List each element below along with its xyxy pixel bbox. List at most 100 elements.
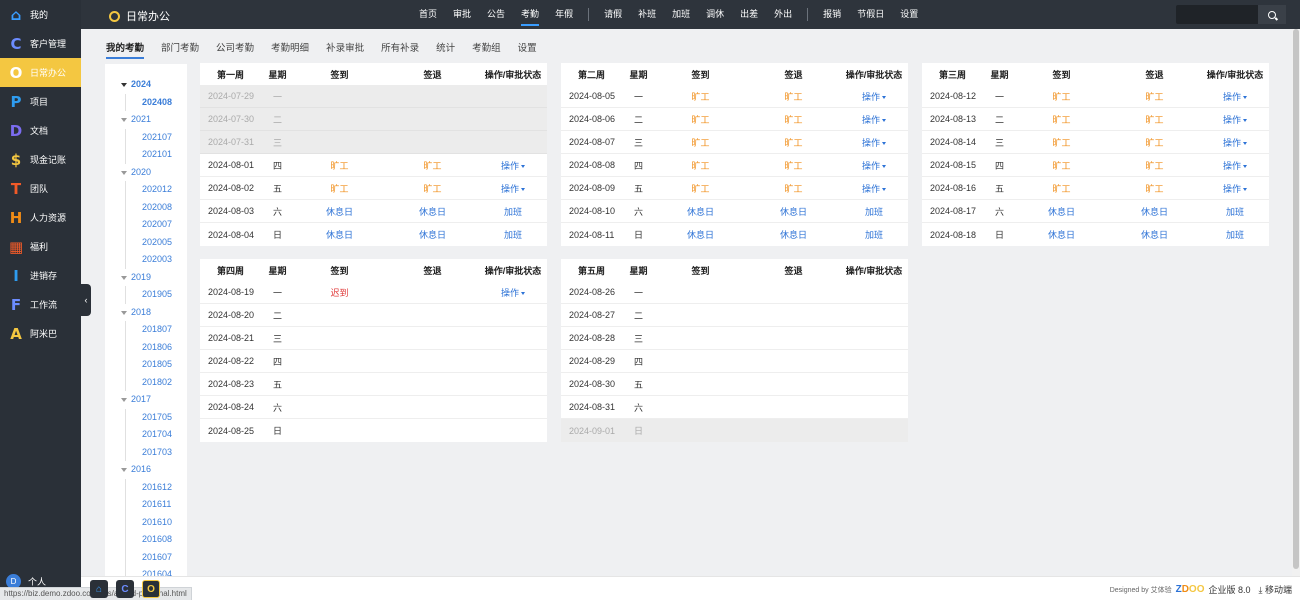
tree-month[interactable]: 201703 [125, 443, 187, 461]
operation-dropdown[interactable]: 操作 [862, 184, 886, 194]
search-input[interactable] [1176, 5, 1286, 24]
operation-cell[interactable]: 操作 [840, 113, 908, 126]
tree-month[interactable]: 201608 [125, 531, 187, 549]
operation-dropdown[interactable]: 操作 [1223, 184, 1247, 194]
subtab[interactable]: 统计 [436, 40, 455, 59]
tree-month[interactable]: 201704 [125, 426, 187, 444]
operation-dropdown[interactable]: 操作 [1223, 92, 1247, 102]
overtime-link[interactable]: 加班 [1201, 205, 1269, 218]
overtime-link[interactable]: 加班 [840, 205, 908, 218]
sidebar-item-cash[interactable]: $ 现金记账 [0, 145, 81, 174]
taskbar-crm-icon[interactable]: C [116, 580, 134, 598]
operation-cell[interactable]: 操作 [479, 182, 547, 195]
operation-dropdown[interactable]: 操作 [862, 161, 886, 171]
operation-cell[interactable]: 操作 [840, 90, 908, 103]
tree-year[interactable]: 2019 [105, 269, 187, 287]
tree-year[interactable]: 2017 [105, 391, 187, 409]
tree-month[interactable]: 202101 [125, 146, 187, 164]
operation-cell[interactable]: 操作 [479, 159, 547, 172]
taskbar-office-icon[interactable]: O [142, 580, 160, 598]
page-scrollbar[interactable] [1292, 29, 1300, 576]
top-nav-item[interactable]: 外出 [766, 0, 800, 29]
tree-month[interactable]: 202008 [125, 198, 187, 216]
top-nav-item[interactable]: 加班 [664, 0, 698, 29]
tree-month[interactable]: 201805 [125, 356, 187, 374]
subtab[interactable]: 部门考勤 [161, 40, 199, 59]
tree-month[interactable]: 201905 [125, 286, 187, 304]
tree-year[interactable]: 2018 [105, 304, 187, 322]
tree-year[interactable]: 2016 [105, 461, 187, 479]
tree-month[interactable]: 202012 [125, 181, 187, 199]
app-title[interactable]: 日常办公 [109, 8, 170, 24]
subtab[interactable]: 所有补录 [381, 40, 419, 59]
tree-month[interactable]: 202408 [125, 93, 187, 111]
tree-month[interactable]: 202107 [125, 128, 187, 146]
top-nav-item[interactable]: 调休 [698, 0, 732, 29]
tree-month[interactable]: 201612 [125, 478, 187, 496]
tree-month[interactable]: 201604 [125, 566, 187, 576]
top-nav-item[interactable]: 年假 [547, 0, 581, 29]
tree-month[interactable]: 201807 [125, 321, 187, 339]
operation-dropdown[interactable]: 操作 [501, 161, 525, 171]
operation-cell[interactable]: 操作 [479, 286, 547, 299]
overtime-link[interactable]: 加班 [1201, 228, 1269, 241]
operation-dropdown[interactable]: 操作 [862, 115, 886, 125]
operation-cell[interactable]: 操作 [840, 182, 908, 195]
tree-month[interactable]: 201610 [125, 513, 187, 531]
operation-dropdown[interactable]: 操作 [862, 92, 886, 102]
subtab[interactable]: 公司考勤 [216, 40, 254, 59]
operation-dropdown[interactable]: 操作 [1223, 138, 1247, 148]
sidebar-item-office[interactable]: O 日常办公 [0, 58, 81, 87]
sidebar-item-team[interactable]: T 团队 [0, 174, 81, 203]
operation-dropdown[interactable]: 操作 [501, 184, 525, 194]
operation-cell[interactable]: 操作 [1201, 182, 1269, 195]
sidebar-item-project[interactable]: P 项目 [0, 87, 81, 116]
operation-dropdown[interactable]: 操作 [1223, 161, 1247, 171]
operation-cell[interactable]: 操作 [1201, 159, 1269, 172]
sidebar-item-amoeba[interactable]: A 阿米巴 [0, 319, 81, 348]
top-nav-item[interactable]: 出差 [732, 0, 766, 29]
operation-dropdown[interactable]: 操作 [1223, 115, 1247, 125]
operation-cell[interactable]: 操作 [1201, 136, 1269, 149]
mobile-link[interactable]: ⤓ 移动端 [1259, 583, 1293, 596]
sidebar-item-document[interactable]: D 文档 [0, 116, 81, 145]
top-nav-item[interactable]: 设置 [892, 0, 926, 29]
subtab[interactable]: 考勤明细 [271, 40, 309, 59]
sidebar-item-home[interactable]: ⌂ 我的 [0, 0, 81, 29]
sidebar-item-crm[interactable]: C 客户管理 [0, 29, 81, 58]
tree-year[interactable]: 2024 [105, 76, 187, 94]
operation-cell[interactable]: 操作 [1201, 113, 1269, 126]
subtab[interactable]: 考勤组 [472, 40, 501, 59]
tree-month[interactable]: 201607 [125, 548, 187, 566]
overtime-link[interactable]: 加班 [840, 228, 908, 241]
operation-cell[interactable]: 操作 [1201, 90, 1269, 103]
operation-cell[interactable]: 操作 [840, 136, 908, 149]
top-nav-item[interactable]: 审批 [445, 0, 479, 29]
subtab[interactable]: 我的考勤 [106, 40, 145, 59]
tree-year[interactable]: 2020 [105, 164, 187, 182]
tree-month[interactable]: 201806 [125, 338, 187, 356]
top-nav-item[interactable]: 报销 [815, 0, 849, 29]
search-button[interactable] [1258, 5, 1286, 24]
sidebar-item-gift[interactable]: ▦ 福利 [0, 232, 81, 261]
top-nav-item[interactable]: 节假日 [849, 0, 892, 29]
tree-month[interactable]: 202003 [125, 251, 187, 269]
taskbar-home-icon[interactable]: ⌂ [90, 580, 108, 598]
top-nav-item[interactable]: 公告 [479, 0, 513, 29]
subtab[interactable]: 设置 [518, 40, 537, 59]
scrollbar-thumb[interactable] [1293, 29, 1299, 569]
top-nav-item[interactable]: 考勤 [513, 0, 547, 29]
sidebar-item-inventory[interactable]: I 进销存 [0, 261, 81, 290]
top-nav-item[interactable]: 首页 [411, 0, 445, 29]
operation-cell[interactable]: 操作 [840, 159, 908, 172]
sidebar-item-hr[interactable]: H 人力资源 [0, 203, 81, 232]
tree-month[interactable]: 202005 [125, 233, 187, 251]
top-nav-item[interactable]: 补班 [630, 0, 664, 29]
operation-dropdown[interactable]: 操作 [501, 288, 525, 298]
overtime-link[interactable]: 加班 [479, 228, 547, 241]
subtab[interactable]: 补录审批 [326, 40, 364, 59]
tree-month[interactable]: 201611 [125, 496, 187, 514]
tree-year[interactable]: 2021 [105, 111, 187, 129]
operation-dropdown[interactable]: 操作 [862, 138, 886, 148]
sidebar-item-workflow[interactable]: F 工作流 [0, 290, 81, 319]
